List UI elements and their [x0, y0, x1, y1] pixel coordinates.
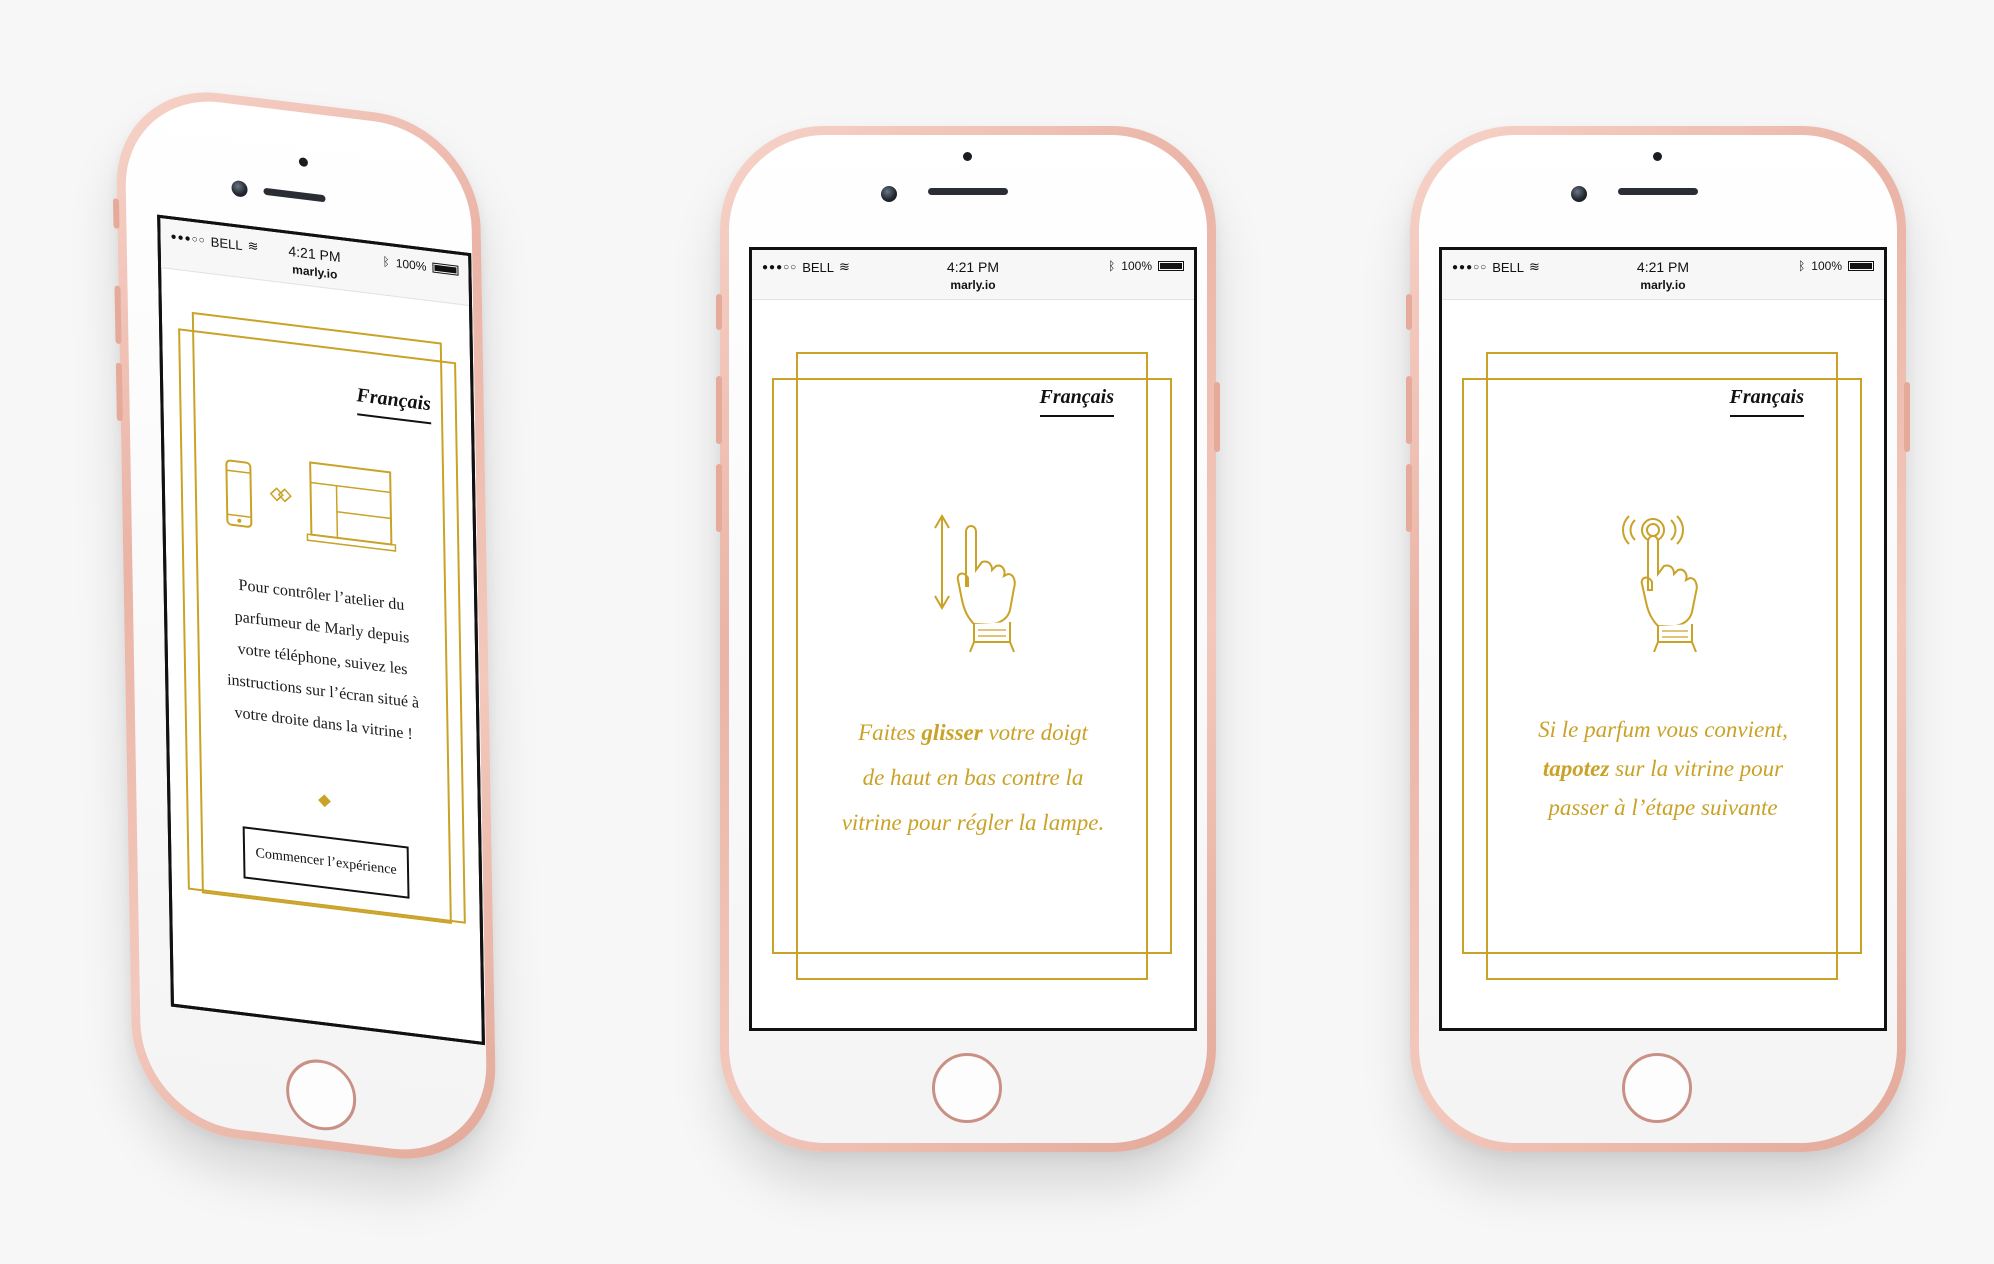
bluetooth-icon: ᛒ — [1798, 259, 1806, 273]
screen: ●●●○○ BELL ≋ 4:21 PM marly.io ᛒ 100% França… — [157, 214, 485, 1046]
phone-face: ●●●○○ BELL ≋ 4:21 PM marly.io ᛒ 100% França… — [124, 90, 488, 1161]
front-camera — [1571, 186, 1587, 202]
instruction-line: vitrine pour régler la lampe. — [841, 810, 1105, 835]
front-camera — [231, 179, 248, 198]
phone-face: ●●●○○ BELL ≋ 4:21 PM marly.io ᛒ 100% França… — [1419, 135, 1897, 1143]
address-url[interactable]: marly.io — [752, 278, 1194, 292]
swipe-instruction: Faites glisser votre doigt de haut en ba… — [752, 710, 1194, 845]
front-camera — [881, 186, 897, 202]
screen: ●●●○○ BELL ≋ 4:21 PM marly.io ᛒ 100% França… — [749, 247, 1197, 1031]
text-fragment: Faites — [858, 720, 922, 745]
proximity-sensor — [1653, 152, 1662, 161]
tap-instruction: Si le parfum vous convient, tapotez sur … — [1442, 710, 1884, 827]
home-button[interactable] — [932, 1053, 1002, 1123]
swipe-vertical-hand-icon — [934, 514, 1016, 652]
text-fragment: votre doigt — [982, 720, 1088, 745]
language-link[interactable]: Français — [1729, 386, 1804, 417]
status-bar: ●●●○○ BELL ≋ 4:21 PM marly.io ᛒ 100% — [752, 250, 1194, 300]
side-button — [1406, 464, 1412, 532]
language-link[interactable]: Français — [1039, 386, 1114, 417]
instruction-line: Si le parfum vous convient, — [1538, 717, 1788, 742]
emphasis-text: tapotez — [1542, 756, 1610, 781]
instruction-line: de haut en bas contre la — [862, 765, 1084, 790]
bluetooth-icon: ᛒ — [382, 254, 390, 270]
side-button — [112, 198, 120, 229]
phone-mockup-1: ●●●○○ BELL ≋ 4:21 PM marly.io ᛒ 100% França… — [112, 80, 498, 1171]
side-button — [1904, 382, 1910, 452]
bluetooth-icon: ᛒ — [1108, 259, 1116, 273]
earpiece-speaker — [928, 188, 1008, 195]
gold-frame-inner — [1462, 378, 1862, 954]
battery-icon — [1158, 261, 1184, 271]
battery-percent: 100% — [1811, 259, 1842, 273]
address-url[interactable]: marly.io — [1442, 278, 1884, 292]
side-button — [716, 294, 722, 330]
side-button — [716, 464, 722, 532]
battery-icon — [432, 262, 459, 276]
instruction-line: tapotez sur la vitrine pour — [1442, 749, 1884, 788]
status-bar: ●●●○○ BELL ≋ 4:21 PM marly.io ᛒ 100% — [1442, 250, 1884, 300]
intro-text: Pour contrôler l’atelier du parfumeur de… — [190, 564, 455, 757]
screen: ●●●○○ BELL ≋ 4:21 PM marly.io ᛒ 100% França… — [1439, 247, 1887, 1031]
tap-hand-icon — [1622, 515, 1698, 652]
battery-icon — [1848, 261, 1874, 271]
proximity-sensor — [298, 157, 308, 168]
side-button — [115, 362, 123, 422]
earpiece-speaker — [263, 187, 326, 203]
side-button — [1214, 382, 1220, 452]
side-button — [1406, 376, 1412, 444]
text-fragment: sur la vitrine pour — [1609, 756, 1784, 781]
phone-mockup-3: ●●●○○ BELL ≋ 4:21 PM marly.io ᛒ 100% França… — [1406, 126, 1910, 1152]
instruction-line: passer à l’étape suivante — [1548, 795, 1778, 820]
emphasis-text: glisser — [921, 720, 983, 745]
home-button[interactable] — [1622, 1053, 1692, 1123]
phone-mockup-2: ●●●○○ BELL ≋ 4:21 PM marly.io ᛒ 100% França… — [716, 126, 1220, 1152]
phone-face: ●●●○○ BELL ≋ 4:21 PM marly.io ᛒ 100% França… — [729, 135, 1207, 1143]
home-button[interactable] — [285, 1055, 357, 1135]
instruction-line: Faites glisser votre doigt — [752, 710, 1194, 755]
battery-percent: 100% — [1121, 259, 1152, 273]
side-button — [716, 376, 722, 444]
side-button — [114, 285, 122, 345]
proximity-sensor — [963, 152, 972, 161]
side-button — [1406, 294, 1412, 330]
gold-frame-inner — [772, 378, 1172, 954]
earpiece-speaker — [1618, 188, 1698, 195]
status-bar: ●●●○○ BELL ≋ 4:21 PM marly.io ᛒ 100% — [160, 217, 470, 307]
